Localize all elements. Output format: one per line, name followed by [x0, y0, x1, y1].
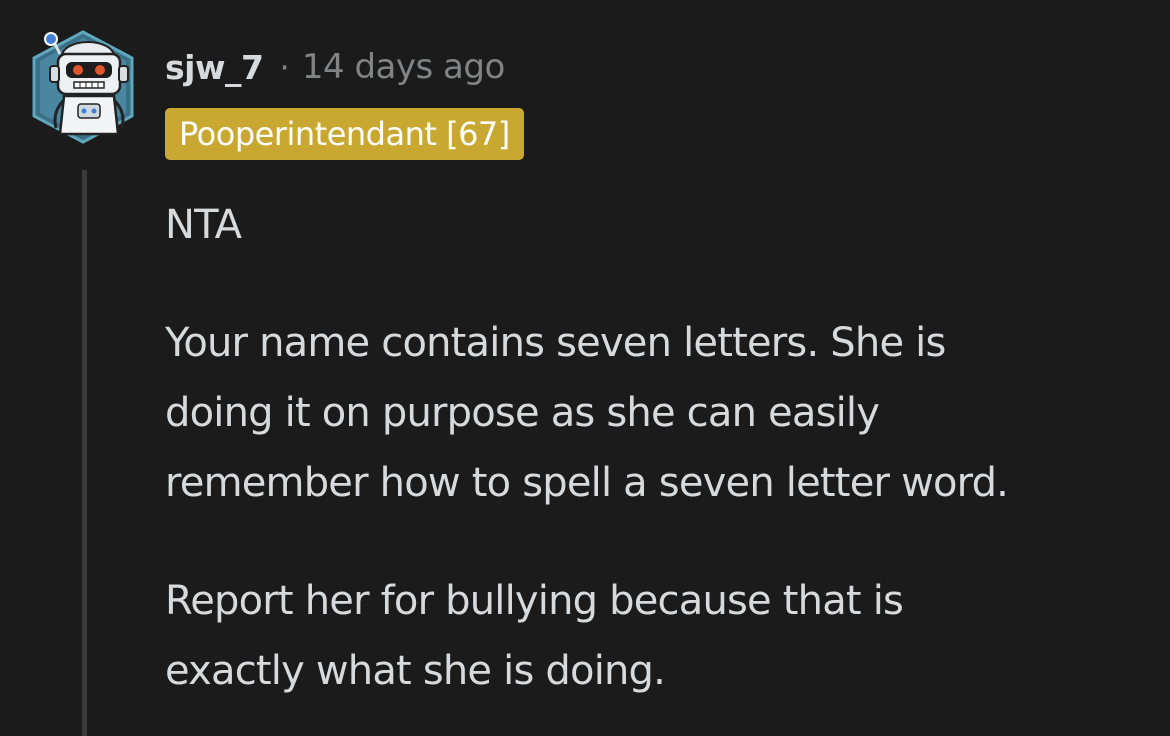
comment-text-line: Your name contains seven letters. She is — [165, 320, 946, 366]
comment-text-line: exactly what she is doing. — [165, 648, 666, 694]
comment-header: sjw_7 · 14 days ago — [165, 42, 505, 92]
avatar-robot-svg — [32, 30, 134, 144]
comment-text-line: Report her for bullying because that is — [165, 578, 904, 624]
comment-paragraph: NTA — [165, 202, 242, 248]
comment-body: NTA Your name contains seven letters. Sh… — [165, 190, 1155, 706]
robot-avatar-icon[interactable] — [30, 28, 136, 146]
thread-line[interactable] — [82, 170, 87, 736]
comment-text-line: doing it on purpose as she can easily — [165, 390, 880, 436]
username-link[interactable]: sjw_7 — [165, 48, 264, 87]
meta-separator: · — [279, 47, 290, 87]
comment: sjw_7 · 14 days ago Pooperintendant [67]… — [0, 0, 1170, 736]
comment-timestamp[interactable]: 14 days ago — [302, 47, 505, 87]
comment-paragraph: Report her for bullying because that is … — [165, 566, 1155, 706]
user-flair-badge: Pooperintendant [67] — [165, 108, 524, 160]
comment-text-line: remember how to spell a seven letter wor… — [165, 460, 1009, 506]
comment-paragraph: Your name contains seven letters. She is… — [165, 308, 1155, 518]
